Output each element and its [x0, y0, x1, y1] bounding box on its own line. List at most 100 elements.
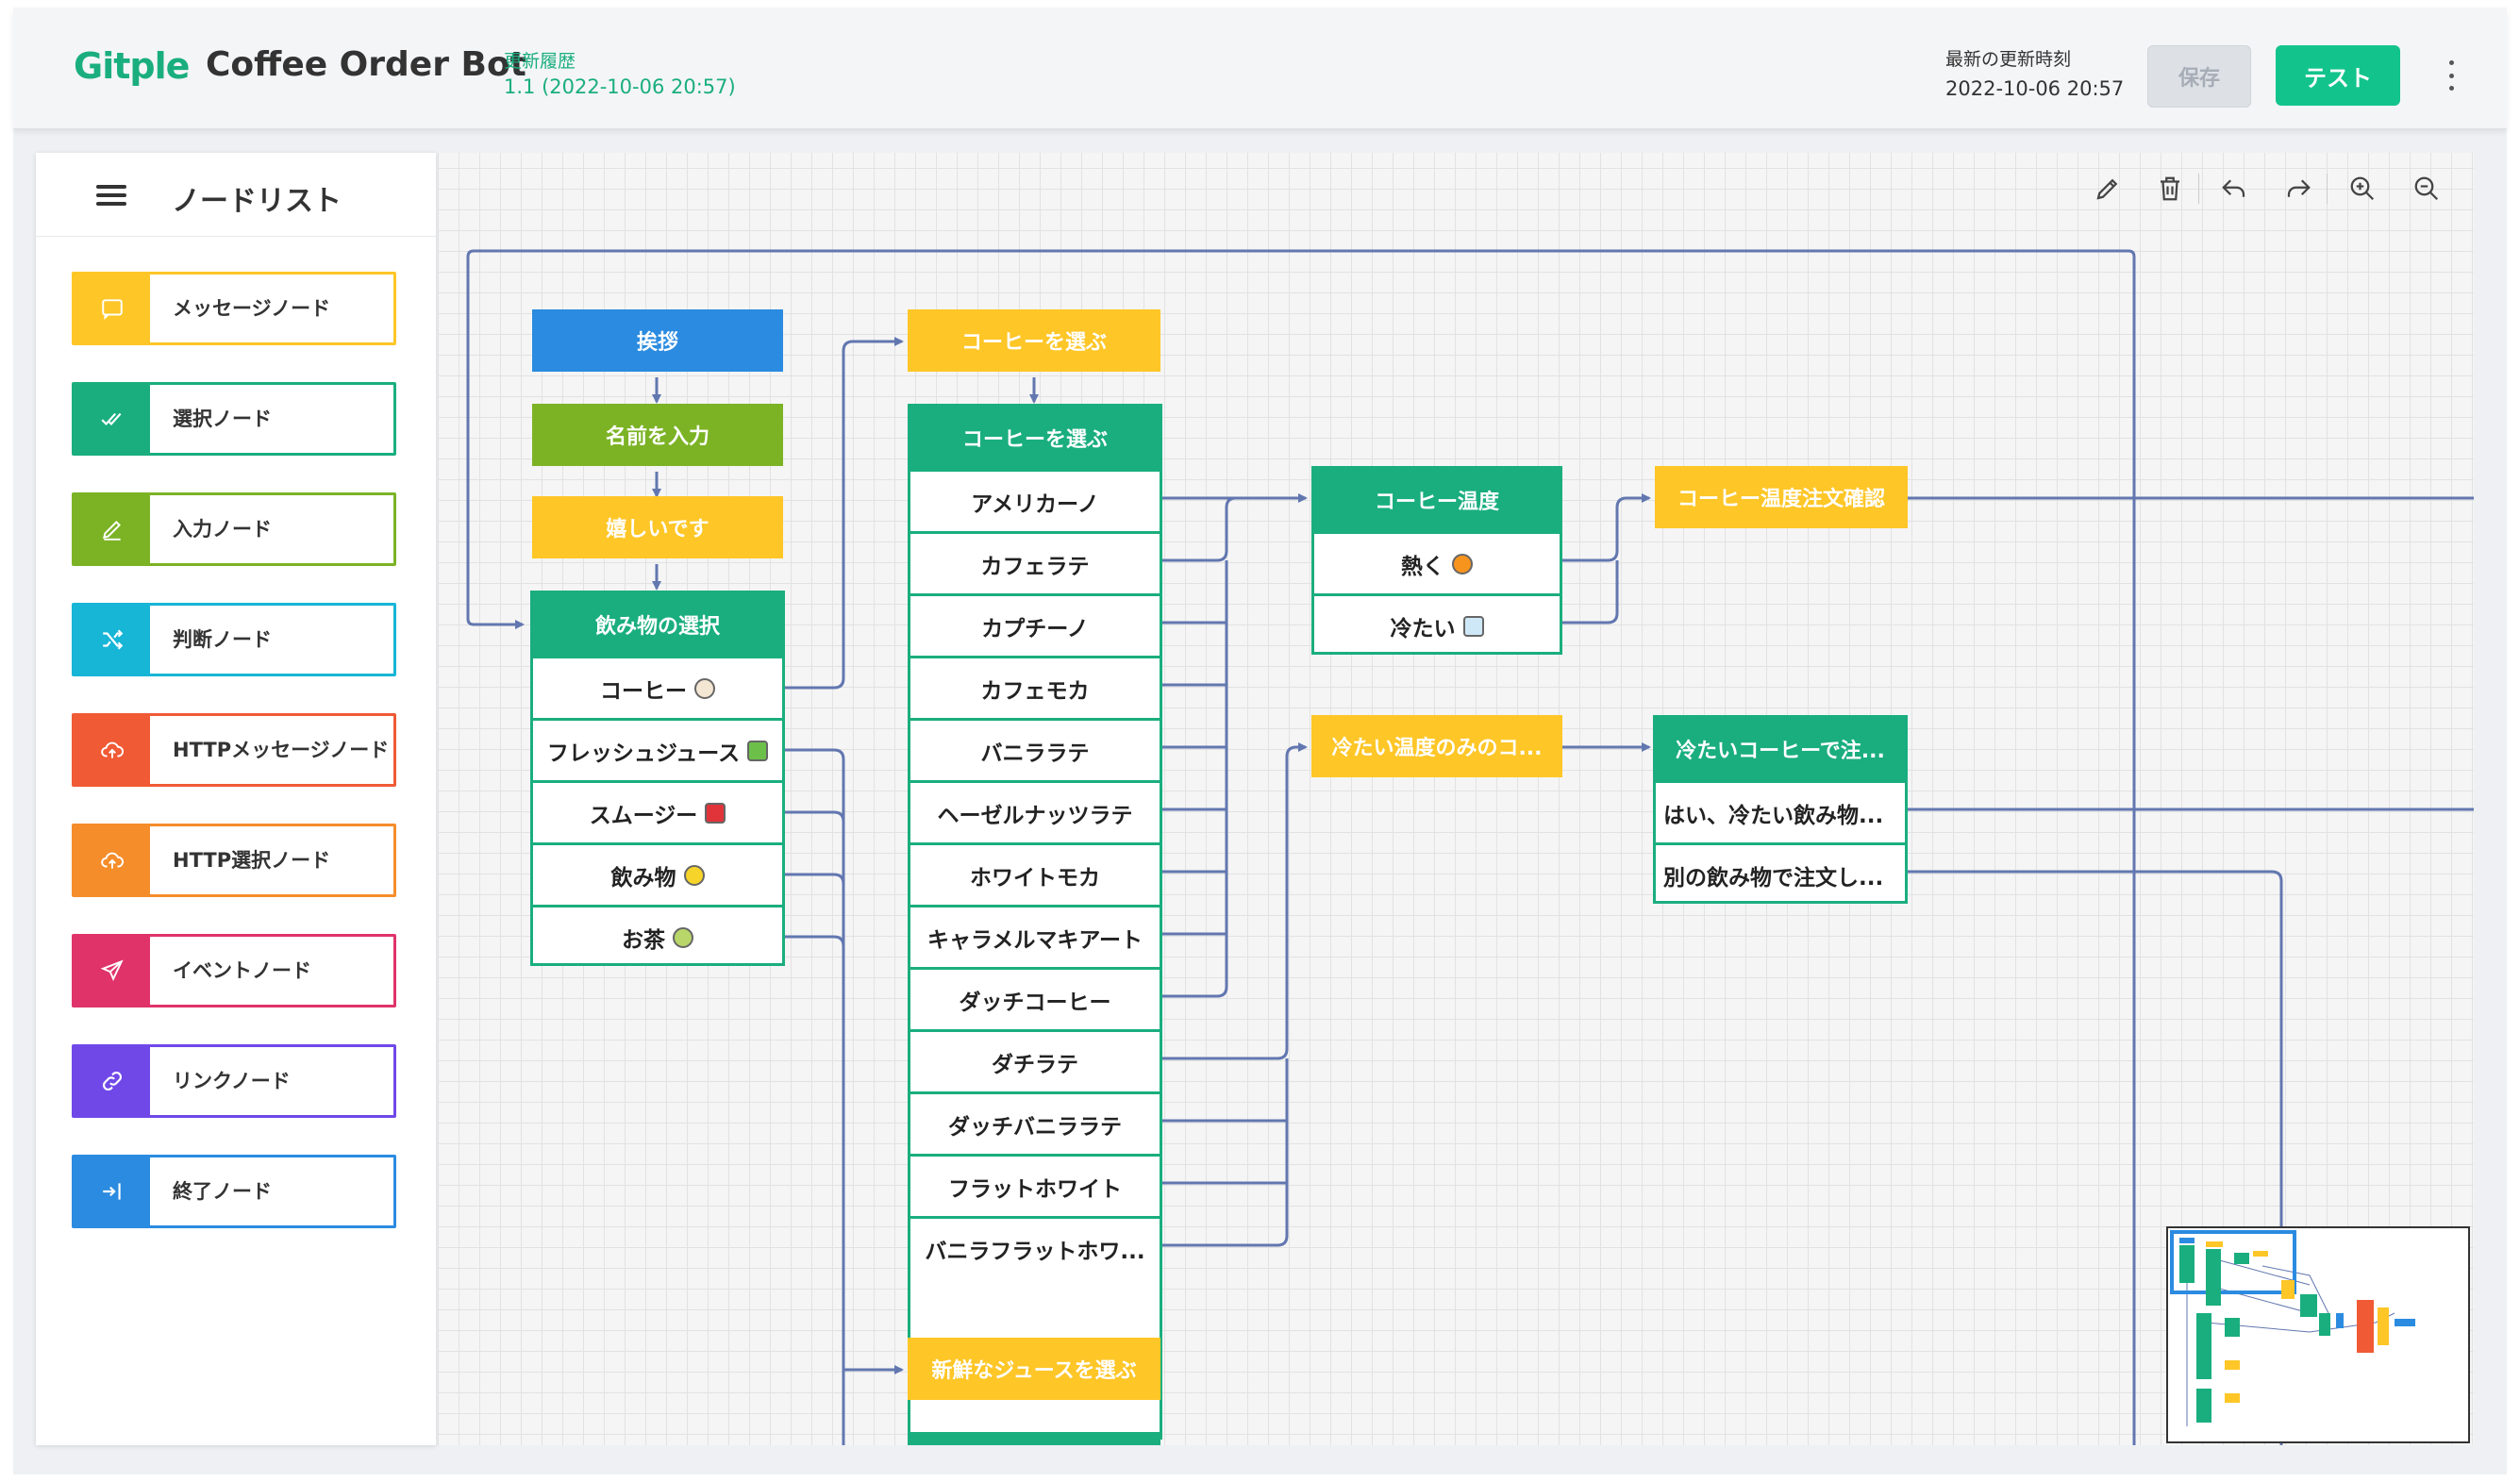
choice-option[interactable]: アメリカーノ	[910, 469, 1160, 531]
node-type-item[interactable]: HTTPメッセージノード	[72, 713, 396, 787]
coffee-choice-title: コーヒーを選ぶ	[910, 407, 1160, 469]
canvas-toolbar	[2087, 168, 2464, 209]
tea-icon	[673, 926, 693, 948]
last-updated-time: 2022-10-06 20:57	[1945, 77, 2125, 100]
send-icon	[75, 937, 150, 1005]
choice-option-label: カフェモカ	[980, 678, 1090, 704]
choice-option[interactable]: 熱く	[1314, 531, 1560, 593]
sidebar-title: ノードリスト	[172, 185, 342, 218]
choice-option-label: キャラメルマキアート	[927, 927, 1143, 953]
version-label[interactable]: 1.1 (2022-10-06 20:57)	[504, 75, 736, 98]
temperature-confirm-node[interactable]: コーヒー温度注文確認	[1655, 466, 1908, 528]
choice-option-label: ダッチバニララテ	[948, 1114, 1122, 1140]
cloud-upload-icon	[75, 716, 150, 784]
sidebar-header: ノードリスト	[36, 153, 436, 237]
drink-choice-title: 飲み物の選択	[533, 593, 782, 656]
choice-option-label: ダッチコーヒー	[959, 990, 1111, 1015]
fire-icon	[1452, 553, 1473, 574]
drink-choice-node[interactable]: 飲み物の選択 コーヒー フレッシュジュース スムージー 飲み物お茶	[530, 591, 785, 966]
minimap[interactable]	[2166, 1226, 2470, 1443]
more-menu-icon[interactable]	[2442, 57, 2461, 94]
choice-option[interactable]: コーヒー	[533, 656, 782, 718]
choice-option-label: 別の飲み物で注文し...	[1663, 865, 1884, 891]
choice-option[interactable]: ダチラテ	[910, 1029, 1160, 1091]
message-icon	[75, 275, 150, 342]
zoom-out-icon[interactable]	[2406, 168, 2447, 209]
choice-option[interactable]: ヘーゼルナッツラテ	[910, 780, 1160, 842]
cup-with-straw-icon	[705, 802, 726, 824]
choice-option-label: カフェラテ	[980, 554, 1090, 579]
choice-option[interactable]: カプチーノ	[910, 593, 1160, 656]
choice-option[interactable]: 別の飲み物で注文し...	[1656, 842, 1905, 905]
choice-option-label: お茶	[622, 927, 665, 953]
coffee-choice-node[interactable]: コーヒーを選ぶ アメリカーノ カフェラテカプチーノカフェモカバニララテヘーゼルナッ…	[908, 404, 1162, 1440]
top-header: Gitple Coffee Order Bot 更新履歴 1.1 (2022-1…	[13, 8, 2507, 129]
node-type-label: HTTPメッセージノード	[173, 738, 390, 761]
node-type-item[interactable]: 判断ノード	[72, 603, 396, 676]
test-button[interactable]: テスト	[2276, 45, 2400, 106]
choice-option[interactable]: お茶	[533, 905, 782, 967]
choice-option[interactable]: ダッチバニララテ	[910, 1091, 1160, 1154]
gitple-logo[interactable]: Gitple	[74, 45, 190, 87]
greeting-node[interactable]: 挨拶	[532, 309, 783, 372]
choice-option[interactable]: フレッシュジュース	[533, 718, 782, 780]
pencil-icon[interactable]	[2087, 168, 2128, 209]
cold-order-title: 冷たいコーヒーで注...	[1656, 718, 1905, 780]
choice-option[interactable]: ダッチコーヒー	[910, 967, 1160, 1029]
temperature-choice-node[interactable]: コーヒー温度 熱く 冷たい	[1311, 466, 1562, 655]
cloud-upload-icon	[75, 826, 150, 894]
bot-name: Coffee Order Bot	[206, 45, 526, 84]
choice-option[interactable]: キャラメルマキアート	[910, 905, 1160, 967]
trash-icon[interactable]	[2149, 168, 2191, 209]
node-list-sidebar: ノードリスト メッセージノード選択ノード入力ノード判断ノード HTTPメッセージノ…	[36, 153, 436, 1445]
choice-option[interactable]: スムージー	[533, 780, 782, 842]
node-type-label: 判断ノード	[173, 627, 272, 651]
node-type-label: 選択ノード	[173, 407, 272, 430]
node-type-item[interactable]: リンクノード	[72, 1044, 396, 1118]
lemon-icon	[683, 864, 705, 886]
choice-option-label: ヘーゼルナッツラテ	[937, 803, 1133, 828]
node-type-label: リンクノード	[173, 1069, 291, 1092]
choice-option-label: カプチーノ	[981, 616, 1089, 641]
choice-option[interactable]: カフェラテ	[910, 531, 1160, 593]
last-updated-label: 最新の更新時刻	[1945, 49, 2072, 70]
choice-option-label: はい、冷たい飲み物...	[1663, 803, 1884, 828]
node-type-item[interactable]: イベントノード	[72, 934, 396, 1007]
pencil-icon	[75, 495, 150, 563]
choice-option-label: 熱く	[1401, 554, 1444, 579]
choice-option[interactable]: 冷たい	[1314, 593, 1560, 656]
juice-message-node[interactable]: 新鮮なジュースを選ぶ	[908, 1338, 1160, 1400]
exit-icon	[75, 1157, 150, 1225]
hamburger-menu-icon[interactable]	[96, 185, 126, 206]
enter-name-node[interactable]: 名前を入力	[532, 404, 783, 466]
choice-option[interactable]: ホワイトモカ	[910, 842, 1160, 905]
redo-icon[interactable]	[2278, 168, 2319, 209]
glad-message-node[interactable]: 嬉しいです	[532, 496, 783, 558]
node-type-label: HTTP選択ノード	[173, 848, 331, 872]
choice-option[interactable]: カフェモカ	[910, 656, 1160, 718]
undo-icon[interactable]	[2213, 168, 2255, 209]
coffee-message-node[interactable]: コーヒーを選ぶ	[908, 309, 1160, 372]
choice-option[interactable]: フラットホワイト	[910, 1154, 1160, 1216]
choice-option[interactable]: はい、冷たい飲み物...	[1656, 780, 1905, 842]
choice-option[interactable]: バニララテ	[910, 718, 1160, 780]
node-type-item[interactable]: メッセージノード	[72, 272, 396, 345]
choice-option[interactable]: 飲み物	[533, 842, 782, 905]
update-history-link[interactable]: 更新履歴	[504, 47, 576, 73]
choice-option[interactable]: バニラフラットホワ...	[910, 1216, 1160, 1278]
node-type-item[interactable]: 選択ノード	[72, 382, 396, 456]
node-type-item[interactable]: 入力ノード	[72, 492, 396, 566]
cold-only-node[interactable]: 冷たい温度のみのコ...	[1311, 715, 1562, 777]
save-button[interactable]: 保存	[2147, 45, 2251, 108]
node-type-item[interactable]: 終了ノード	[72, 1155, 396, 1228]
choice-option-label: ホワイトモカ	[970, 865, 1100, 891]
choice-option-label: フラットホワイト	[948, 1176, 1122, 1202]
double-check-icon	[75, 385, 150, 453]
cold-order-node[interactable]: 冷たいコーヒーで注... はい、冷たい飲み物... 別の飲み物で注文し...	[1653, 715, 1908, 904]
choice-option-label: アメリカーノ	[971, 491, 1099, 517]
node-type-label: 終了ノード	[173, 1179, 272, 1203]
zoom-in-icon[interactable]	[2342, 168, 2383, 209]
choice-option-label: 冷たい	[1390, 616, 1456, 641]
juice-choice-node[interactable]	[908, 1432, 1160, 1445]
node-type-item[interactable]: HTTP選択ノード	[72, 824, 396, 897]
